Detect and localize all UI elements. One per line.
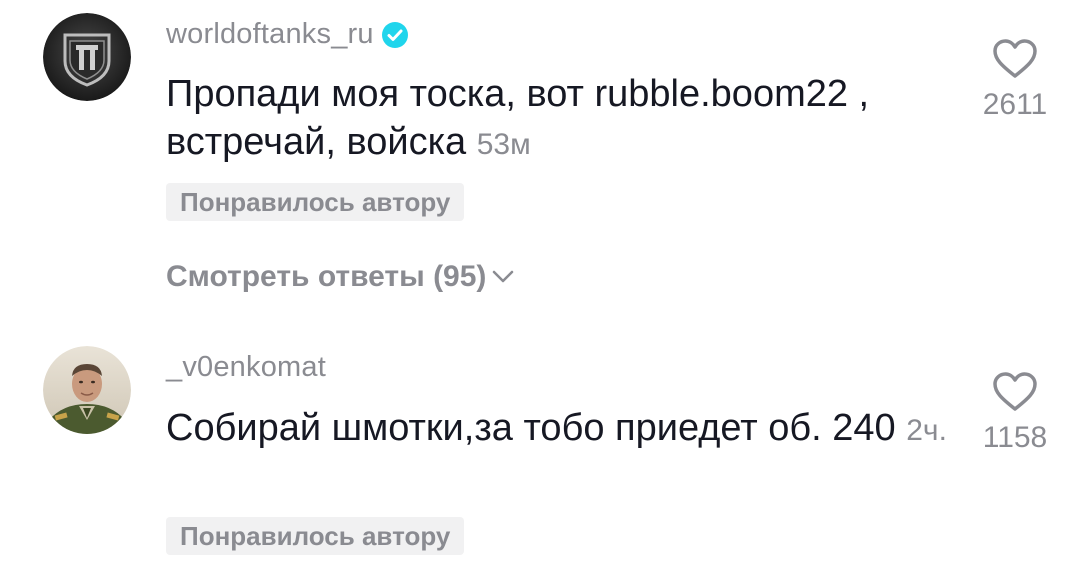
- user-avatar-photo: [43, 346, 131, 434]
- verified-badge-icon: [381, 21, 408, 48]
- comment-time: 53м: [476, 128, 531, 161]
- comment-time: 2ч.: [906, 414, 947, 447]
- liked-by-author-badge: Понравилось автору: [166, 517, 465, 555]
- view-replies-button[interactable]: Смотреть ответы (95): [166, 260, 514, 294]
- username-text[interactable]: _v0enkomat: [166, 351, 326, 384]
- heart-icon[interactable]: [991, 371, 1039, 413]
- chevron-down-icon: [493, 270, 514, 283]
- like-count: 2611: [982, 88, 1048, 121]
- comment-username[interactable]: worldoftanks_ru: [166, 18, 408, 51]
- view-replies-label[interactable]: Смотреть ответы (95): [166, 260, 486, 294]
- comment-username[interactable]: _v0enkomat: [166, 351, 326, 384]
- like-button[interactable]: [991, 38, 1039, 80]
- comment-text: Пропади моя тоска, вот rubble.boom22 , в…: [166, 70, 956, 169]
- username-text[interactable]: worldoftanks_ru: [166, 18, 374, 51]
- like-column: 2611: [980, 38, 1050, 122]
- like-column: 1158: [980, 371, 1050, 455]
- world-of-tanks-logo-icon: [43, 13, 131, 101]
- comment-body: Собирай шмотки,за тобо приедет об. 240: [166, 407, 896, 449]
- heart-icon[interactable]: [991, 38, 1039, 80]
- avatar[interactable]: [43, 346, 131, 434]
- comment-text: Собирай шмотки,за тобо приедет об. 240 2…: [166, 404, 956, 455]
- like-button[interactable]: [991, 371, 1039, 413]
- avatar[interactable]: [43, 13, 131, 101]
- like-count: 1158: [982, 421, 1048, 454]
- liked-by-author-badge: Понравилось автору: [166, 183, 465, 221]
